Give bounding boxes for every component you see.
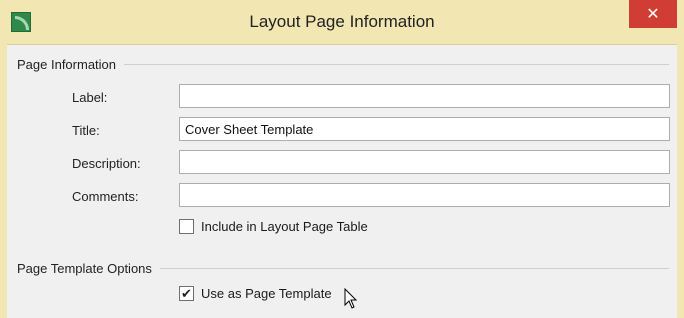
page-information-heading: Page Information — [17, 56, 117, 72]
description-input[interactable] — [179, 150, 670, 174]
title-input[interactable] — [179, 117, 670, 141]
include-in-layout-table-checkbox[interactable] — [179, 219, 194, 234]
group-divider — [124, 63, 669, 65]
page-information-group-header: Page Information — [17, 55, 669, 73]
comments-input[interactable] — [179, 183, 670, 207]
description-field-label: Description: — [72, 156, 141, 171]
include-in-layout-table-label: Include in Layout Page Table — [201, 219, 368, 234]
comments-field-label: Comments: — [72, 189, 139, 204]
title-bar[interactable]: Layout Page Information ✕ — [7, 0, 677, 44]
title-field-label: Title: — [72, 123, 100, 138]
layout-page-information-dialog: Layout Page Information ✕ Page Informati… — [0, 0, 684, 318]
label-input[interactable] — [179, 84, 670, 108]
group-divider — [159, 267, 669, 269]
checkmark-icon: ✔ — [181, 286, 192, 301]
close-button[interactable]: ✕ — [629, 0, 677, 28]
include-in-layout-table-option[interactable]: Include in Layout Page Table — [179, 219, 368, 234]
use-as-page-template-option[interactable]: ✔ Use as Page Template — [179, 286, 332, 301]
label-field-label: Label: — [72, 90, 108, 105]
use-as-page-template-label: Use as Page Template — [201, 286, 332, 301]
use-as-page-template-checkbox[interactable]: ✔ — [179, 286, 194, 301]
page-template-options-group-header: Page Template Options — [17, 259, 669, 277]
mouse-pointer-icon — [344, 288, 358, 309]
window-title: Layout Page Information — [249, 12, 435, 31]
dialog-body: Page Information Label: Title: Descripti… — [7, 44, 677, 318]
page-template-options-heading: Page Template Options — [17, 260, 152, 276]
close-icon: ✕ — [646, 6, 660, 23]
